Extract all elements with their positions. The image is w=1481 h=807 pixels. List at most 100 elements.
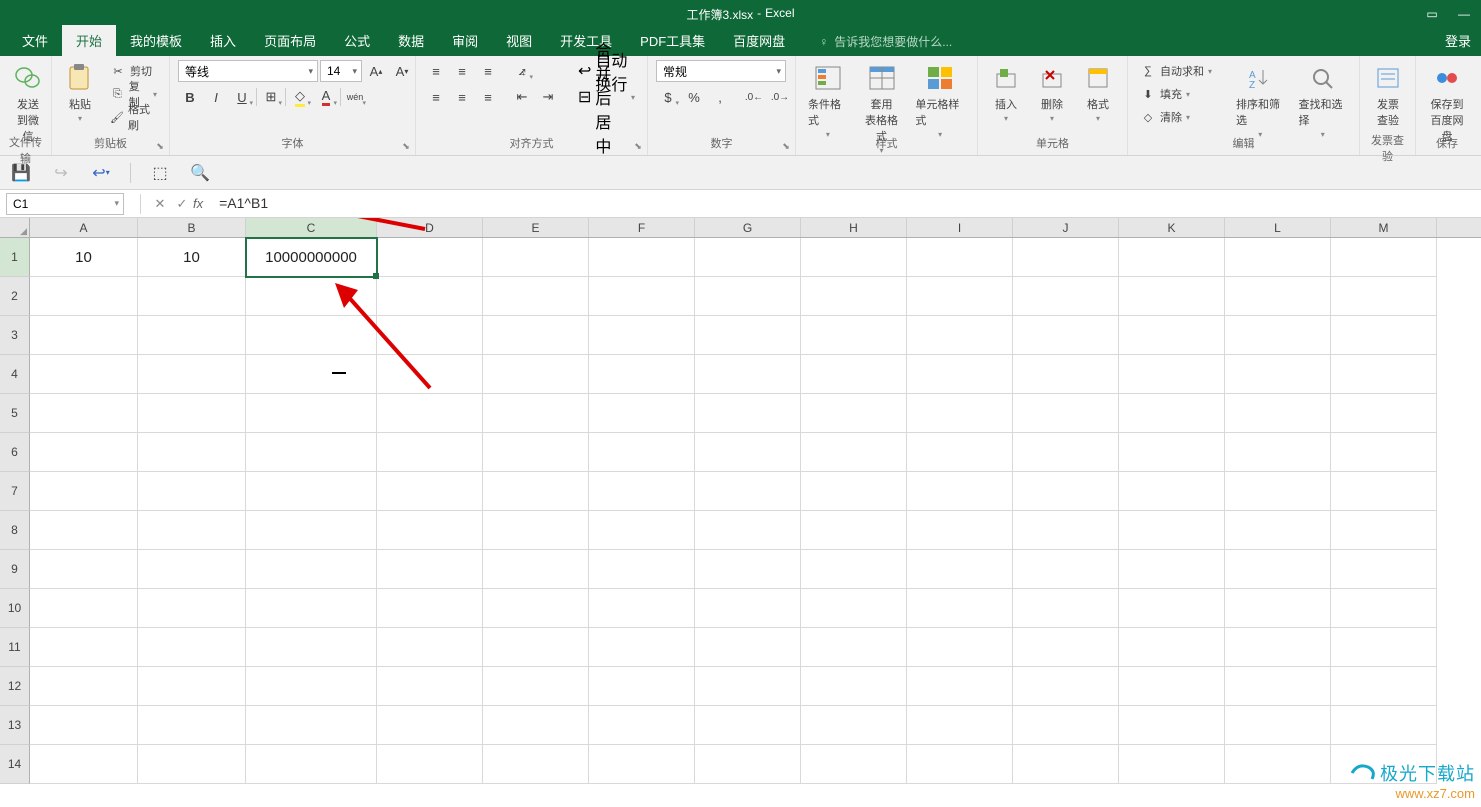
cell-B1[interactable]: 10 <box>138 238 246 277</box>
insert-cells-button[interactable]: 插入▾ <box>986 60 1026 125</box>
col-header-B[interactable]: B <box>138 218 246 237</box>
cell-G10[interactable] <box>695 589 801 628</box>
cell-D6[interactable] <box>377 433 483 472</box>
format-painter-button[interactable]: 🖌格式刷 <box>106 106 161 128</box>
cell-C5[interactable] <box>246 394 377 433</box>
orientation-button[interactable]: ⦨ <box>510 60 534 82</box>
increase-font-button[interactable]: A▴ <box>364 60 388 82</box>
cell-A11[interactable] <box>30 628 138 667</box>
cell-B14[interactable] <box>138 745 246 784</box>
col-header-A[interactable]: A <box>30 218 138 237</box>
cell-C3[interactable] <box>246 316 377 355</box>
enter-formula-button[interactable]: ✓ <box>171 193 193 215</box>
tab-file[interactable]: 文件 <box>8 25 62 56</box>
touch-mode-button[interactable]: ⬚ <box>149 162 171 184</box>
cell-K5[interactable] <box>1119 394 1225 433</box>
cell-D13[interactable] <box>377 706 483 745</box>
cell-L2[interactable] <box>1225 277 1331 316</box>
tab-formulas[interactable]: 公式 <box>330 25 384 56</box>
cell-B12[interactable] <box>138 667 246 706</box>
cell-M4[interactable] <box>1331 355 1437 394</box>
format-cells-button[interactable]: 格式▾ <box>1078 60 1118 125</box>
clipboard-launcher[interactable]: ⬊ <box>153 139 167 153</box>
decrease-decimal-button[interactable]: .0→ <box>768 86 792 108</box>
cell-M13[interactable] <box>1331 706 1437 745</box>
cell-M7[interactable] <box>1331 472 1437 511</box>
cell-F12[interactable] <box>589 667 695 706</box>
cell-M11[interactable] <box>1331 628 1437 667</box>
cell-B13[interactable] <box>138 706 246 745</box>
cell-H4[interactable] <box>801 355 907 394</box>
cell-C1[interactable]: 10000000000 <box>246 238 377 277</box>
cell-E8[interactable] <box>483 511 589 550</box>
cell-E5[interactable] <box>483 394 589 433</box>
cell-K6[interactable] <box>1119 433 1225 472</box>
select-all-corner[interactable] <box>0 218 30 237</box>
cell-H9[interactable] <box>801 550 907 589</box>
col-header-K[interactable]: K <box>1119 218 1225 237</box>
cell-G6[interactable] <box>695 433 801 472</box>
cell-A10[interactable] <box>30 589 138 628</box>
cell-F4[interactable] <box>589 355 695 394</box>
cell-D9[interactable] <box>377 550 483 589</box>
clear-button[interactable]: ◇清除▾ <box>1136 106 1226 128</box>
formula-input[interactable]: =A1^B1 <box>215 193 1481 215</box>
tab-pdf[interactable]: PDF工具集 <box>626 25 719 56</box>
cell-J7[interactable] <box>1013 472 1119 511</box>
cell-E12[interactable] <box>483 667 589 706</box>
minimize-icon[interactable]: ― <box>1455 7 1473 21</box>
row-header-9[interactable]: 9 <box>0 550 30 589</box>
cell-G4[interactable] <box>695 355 801 394</box>
cell-B9[interactable] <box>138 550 246 589</box>
cell-C4[interactable] <box>246 355 377 394</box>
cell-I7[interactable] <box>907 472 1013 511</box>
increase-decimal-button[interactable]: .0← <box>742 86 766 108</box>
cell-I1[interactable] <box>907 238 1013 277</box>
cell-F9[interactable] <box>589 550 695 589</box>
cell-H2[interactable] <box>801 277 907 316</box>
merge-center-button[interactable]: ⊟合并后居中▾ <box>574 86 639 108</box>
cell-E2[interactable] <box>483 277 589 316</box>
cell-A6[interactable] <box>30 433 138 472</box>
cell-J10[interactable] <box>1013 589 1119 628</box>
col-header-G[interactable]: G <box>695 218 801 237</box>
font-size-combo[interactable]: 14 <box>320 60 362 82</box>
cell-K13[interactable] <box>1119 706 1225 745</box>
col-header-E[interactable]: E <box>483 218 589 237</box>
cell-H5[interactable] <box>801 394 907 433</box>
cell-L1[interactable] <box>1225 238 1331 277</box>
cell-B2[interactable] <box>138 277 246 316</box>
cell-H12[interactable] <box>801 667 907 706</box>
cell-I11[interactable] <box>907 628 1013 667</box>
cell-J5[interactable] <box>1013 394 1119 433</box>
cell-L5[interactable] <box>1225 394 1331 433</box>
font-launcher[interactable]: ⬊ <box>399 139 413 153</box>
redo-button[interactable]: ↪ <box>50 162 72 184</box>
cell-F5[interactable] <box>589 394 695 433</box>
row-header-3[interactable]: 3 <box>0 316 30 355</box>
cell-K2[interactable] <box>1119 277 1225 316</box>
align-center-button[interactable]: ≡ <box>450 86 474 108</box>
cell-H11[interactable] <box>801 628 907 667</box>
cell-K3[interactable] <box>1119 316 1225 355</box>
cell-F8[interactable] <box>589 511 695 550</box>
cell-F13[interactable] <box>589 706 695 745</box>
cell-H7[interactable] <box>801 472 907 511</box>
cell-B4[interactable] <box>138 355 246 394</box>
cell-K9[interactable] <box>1119 550 1225 589</box>
paste-button[interactable]: 粘贴 ▾ <box>60 60 100 125</box>
cell-H13[interactable] <box>801 706 907 745</box>
row-header-13[interactable]: 13 <box>0 706 30 745</box>
cell-B3[interactable] <box>138 316 246 355</box>
italic-button[interactable]: I <box>204 86 228 108</box>
cell-M12[interactable] <box>1331 667 1437 706</box>
cell-A14[interactable] <box>30 745 138 784</box>
cell-I12[interactable] <box>907 667 1013 706</box>
row-header-8[interactable]: 8 <box>0 511 30 550</box>
cell-M6[interactable] <box>1331 433 1437 472</box>
fill-button[interactable]: ⬇填充▾ <box>1136 83 1226 105</box>
cell-B5[interactable] <box>138 394 246 433</box>
cell-E1[interactable] <box>483 238 589 277</box>
cell-G12[interactable] <box>695 667 801 706</box>
cell-M5[interactable] <box>1331 394 1437 433</box>
